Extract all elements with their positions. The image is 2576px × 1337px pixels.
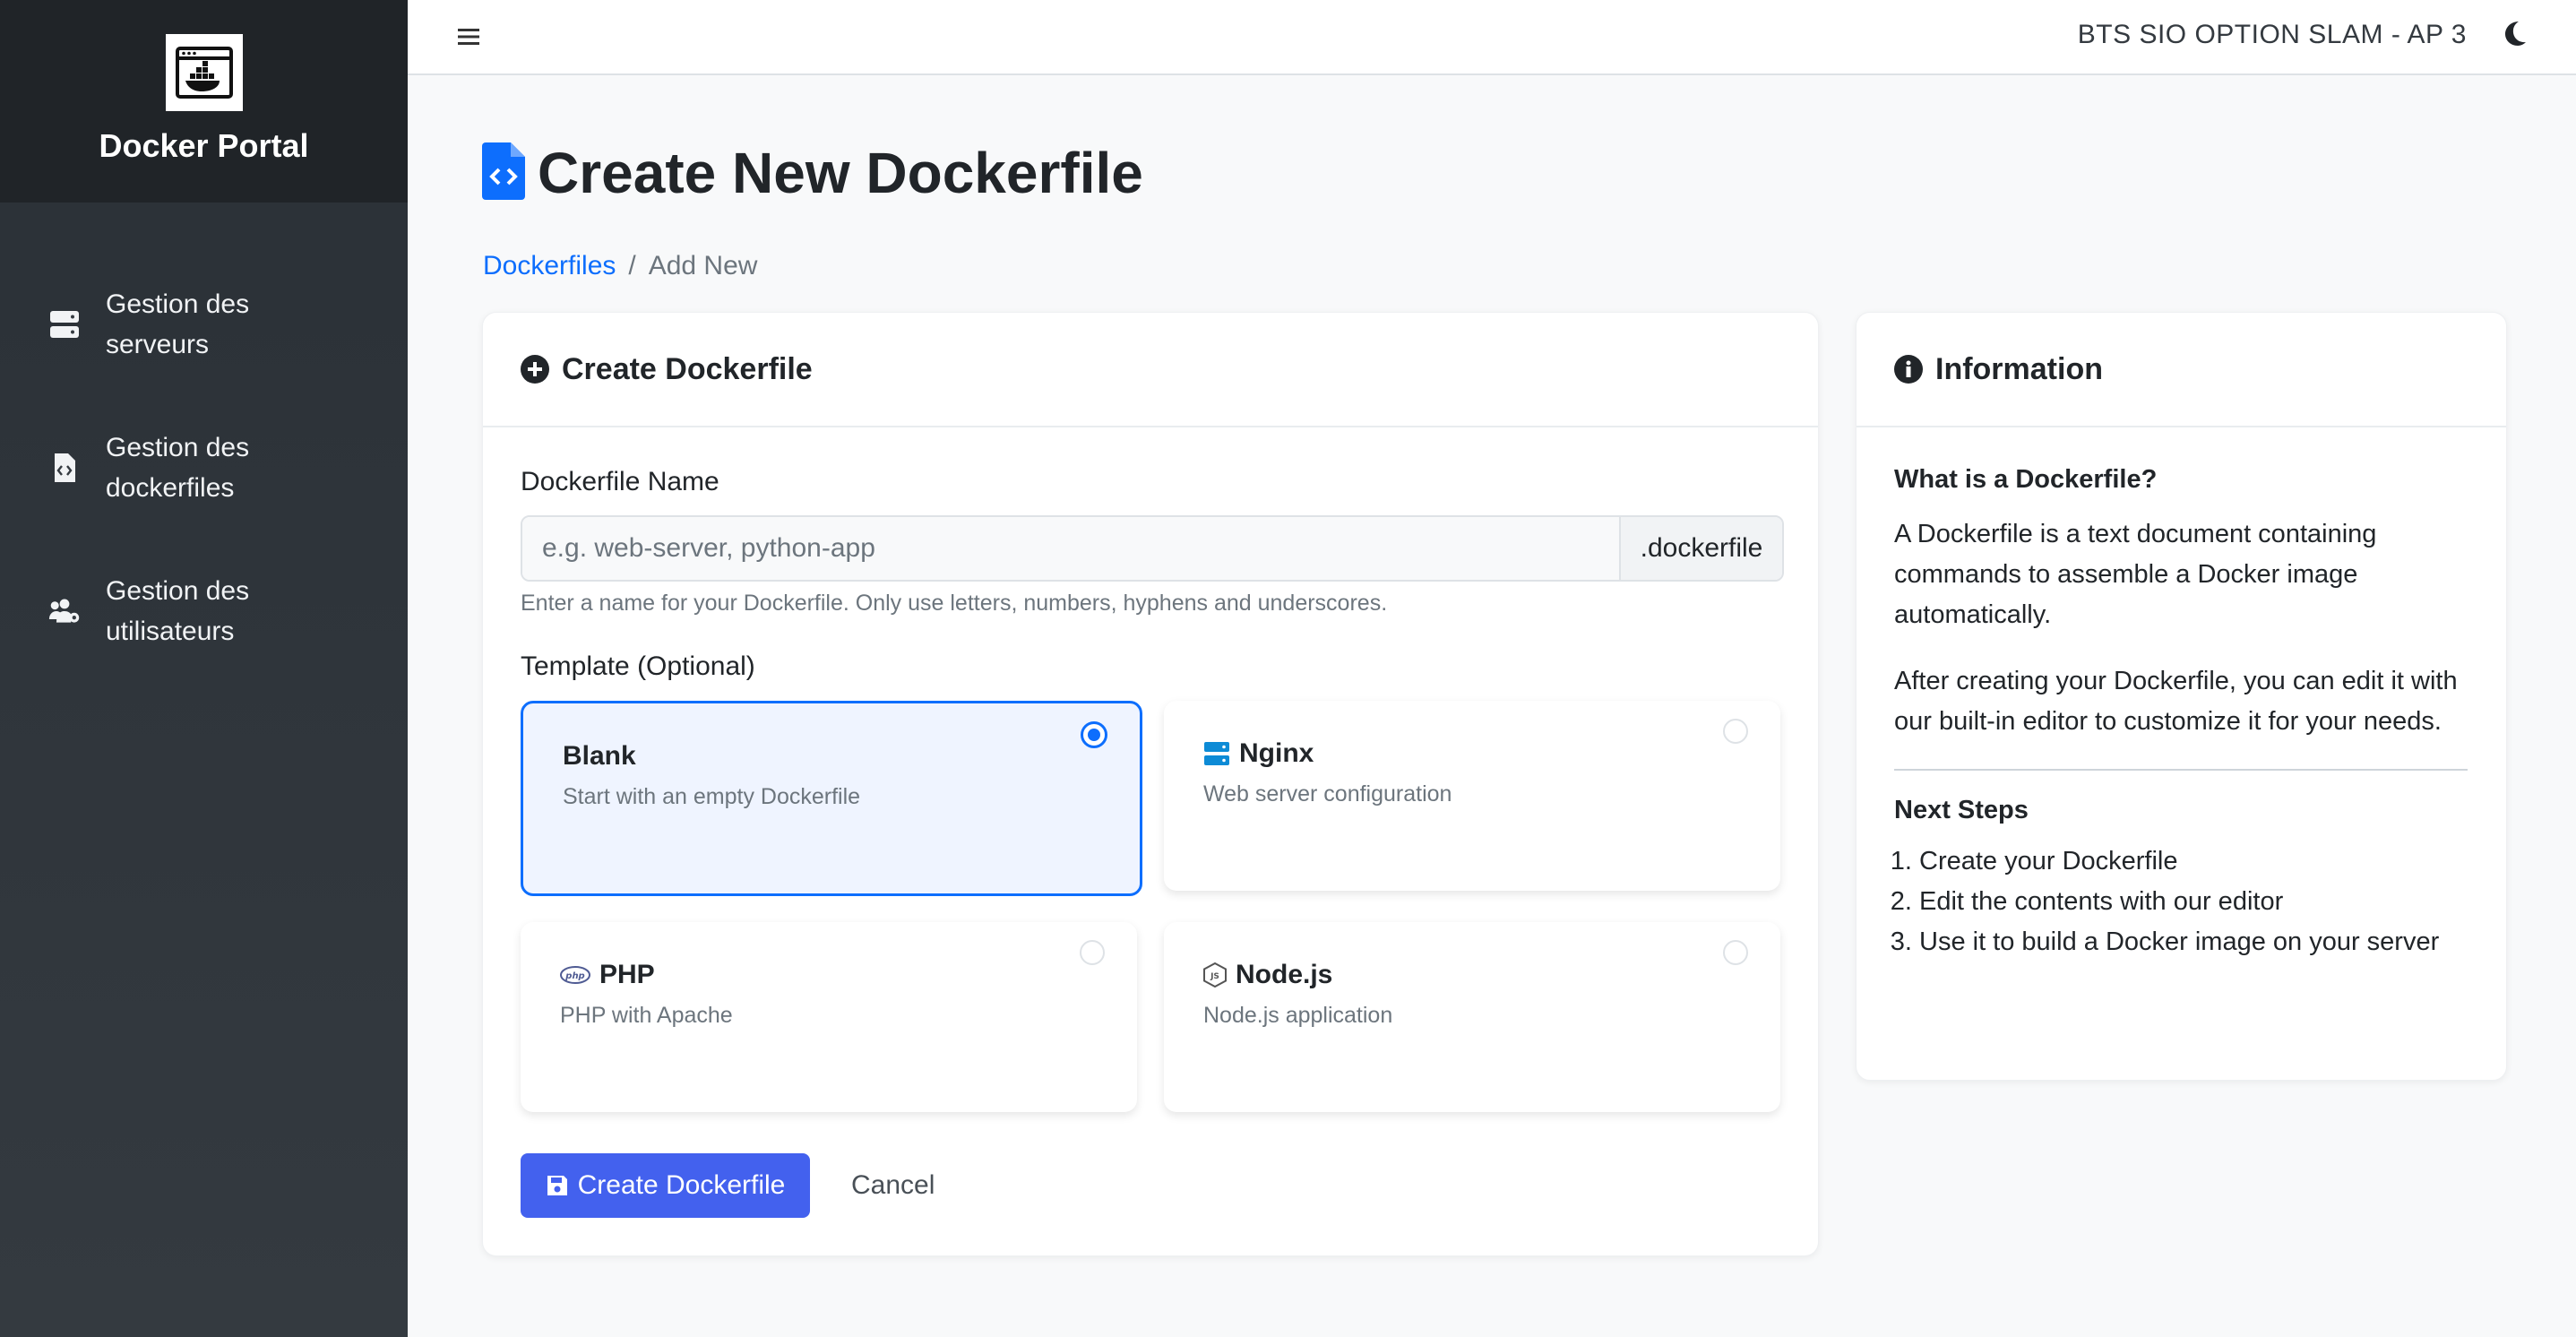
list-item: Use it to build a Docker image on your s… — [1919, 922, 2468, 962]
sidebar-item-label: Gestion des utilisateurs — [106, 576, 250, 646]
dockerfile-name-group: .dockerfile — [521, 515, 1784, 582]
information-card: Information What is a Dockerfile? A Dock… — [1856, 312, 2507, 1081]
hamburger-icon[interactable] — [458, 20, 479, 55]
sidebar-item-users[interactable]: Gestion des utilisateurs — [0, 539, 408, 683]
template-description: Node.js application — [1203, 1003, 1393, 1028]
card-title: Create Dockerfile — [562, 351, 813, 386]
card-title: Information — [1935, 351, 2103, 386]
template-radio[interactable] — [1081, 721, 1107, 748]
plus-circle-icon — [521, 355, 549, 384]
topbar: BTS SIO OPTION SLAM - AP 3 — [408, 0, 2576, 75]
card-header: Create Dockerfile — [483, 313, 1818, 427]
info-circle-icon — [1894, 355, 1923, 384]
sidebar-item-label: Gestion des serveurs — [106, 289, 250, 359]
users-cog-icon — [48, 595, 81, 627]
list-item: Create your Dockerfile — [1919, 841, 2468, 882]
what-is-dockerfile-text: A Dockerfile is a text document containi… — [1894, 520, 2377, 629]
sidebar-item-label: Gestion des dockerfiles — [106, 433, 250, 503]
server-icon — [48, 308, 81, 341]
save-icon — [546, 1174, 569, 1197]
app-subtitle: BTS SIO OPTION SLAM - AP 3 — [2077, 20, 2467, 49]
template-label: Template (Optional) — [521, 651, 755, 681]
create-dockerfile-label: Create Dockerfile — [577, 1170, 786, 1200]
sidebar-item-dockerfiles[interactable]: Gestion des dockerfiles — [0, 396, 408, 539]
page-header: Create New Dockerfile — [482, 140, 1143, 206]
page-title: Create New Dockerfile — [538, 141, 1143, 205]
file-code-icon — [48, 452, 81, 484]
dockerfile-name-input[interactable] — [522, 517, 1619, 580]
sidebar: Docker Portal Gestion des serveurs Gesti… — [0, 0, 408, 1337]
breadcrumb: Dockerfiles / Add New — [483, 251, 757, 281]
template-radio[interactable] — [1080, 940, 1105, 965]
svg-text:JS: JS — [1210, 972, 1219, 981]
template-option-nginx[interactable]: Nginx Web server configuration — [1164, 701, 1780, 891]
next-steps-title: Next Steps — [1894, 796, 2029, 824]
divider — [1894, 769, 2468, 771]
template-option-nodejs[interactable]: JS Node.js Node.js application — [1164, 922, 1780, 1112]
dockerfile-name-label: Dockerfile Name — [521, 467, 719, 496]
template-name: PHP — [599, 960, 655, 989]
template-name: Node.js — [1236, 960, 1333, 989]
template-option-php[interactable]: php PHP PHP with Apache — [521, 922, 1137, 1112]
template-option-blank[interactable]: Blank Start with an empty Dockerfile — [521, 701, 1142, 896]
template-radio[interactable] — [1723, 719, 1748, 744]
svg-text:php: php — [564, 971, 584, 981]
brand[interactable]: Docker Portal — [0, 0, 408, 203]
after-creating-text: After creating your Dockerfile, you can … — [1894, 667, 2458, 736]
brand-title: Docker Portal — [99, 127, 309, 164]
template-name: Nginx — [1239, 738, 1314, 768]
file-code-icon — [482, 142, 525, 204]
template-description: PHP with Apache — [560, 1003, 733, 1028]
cancel-button[interactable]: Cancel — [846, 1153, 940, 1218]
sidebar-nav: Gestion des serveurs Gestion des dockerf… — [0, 253, 408, 683]
template-description: Start with an empty Dockerfile — [563, 784, 861, 809]
next-steps-list: Create your Dockerfile Edit the contents… — [1894, 841, 2468, 962]
card-header: Information — [1857, 313, 2506, 427]
list-item: Edit the contents with our editor — [1919, 882, 2468, 922]
breadcrumb-separator: / — [628, 251, 636, 280]
php-icon: php — [560, 966, 590, 984]
template-radio[interactable] — [1723, 940, 1748, 965]
server-icon — [1203, 741, 1230, 766]
dockerfile-name-help: Enter a name for your Dockerfile. Only u… — [521, 591, 1388, 616]
breadcrumb-link-dockerfiles[interactable]: Dockerfiles — [483, 251, 616, 280]
docker-window-icon — [165, 34, 243, 111]
template-description: Web server configuration — [1203, 781, 1452, 807]
moon-icon[interactable] — [2503, 20, 2528, 51]
nodejs-icon: JS — [1203, 962, 1227, 988]
template-name: Blank — [563, 741, 636, 771]
dockerfile-extension-suffix: .dockerfile — [1619, 517, 1782, 580]
information-body: What is a Dockerfile? A Dockerfile is a … — [1894, 465, 2468, 962]
create-dockerfile-card: Create Dockerfile Dockerfile Name .docke… — [482, 312, 1819, 1256]
what-is-dockerfile-title: What is a Dockerfile? — [1894, 465, 2158, 494]
breadcrumb-current: Add New — [648, 251, 758, 280]
create-dockerfile-button[interactable]: Create Dockerfile — [521, 1153, 810, 1218]
sidebar-item-servers[interactable]: Gestion des serveurs — [0, 253, 408, 396]
